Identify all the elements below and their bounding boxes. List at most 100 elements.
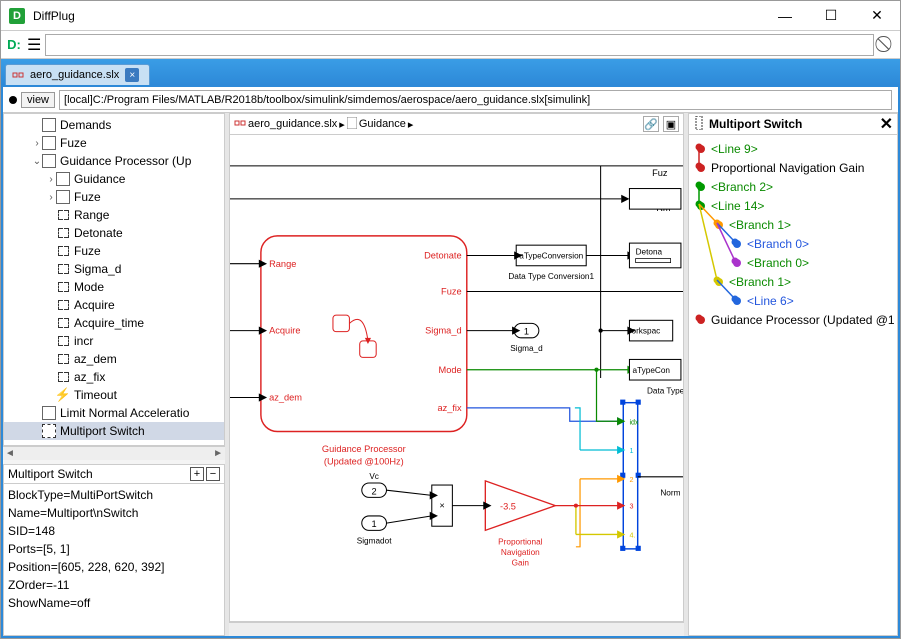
crumb-sheet-icon [347,117,357,132]
connection-row[interactable]: <Branch 0> [691,234,895,253]
file-path[interactable]: [local]C:/Program Files/MATLAB/R2018b/to… [59,90,892,110]
tree-item[interactable]: az_dem [4,350,224,368]
twisty-icon[interactable]: › [32,138,42,149]
tree-item[interactable]: › Guidance [4,170,224,188]
svg-text:aTypeConversion: aTypeConversion [519,252,583,261]
crumb-seg[interactable]: Guidance [359,118,406,130]
svg-text:-3.5: -3.5 [500,502,516,512]
fit-icon[interactable]: ▣ [663,116,679,132]
tree-scroll[interactable]: Demands›Fuze⌄Guidance Processor (Up›Guid… [3,113,225,446]
simulink-icon [234,117,246,132]
color-dot-icon [715,278,723,286]
tree-item[interactable]: Fuze [4,242,224,260]
collapse-icon[interactable]: − [206,467,220,481]
right-panel-body[interactable]: <Line 9> Proportional Navigation Gain <Bra… [688,135,898,636]
tree-item[interactable]: ⌄Guidance Processor (Up [4,152,224,170]
twisty-icon[interactable]: › [46,192,56,203]
svg-text:Range: Range [269,259,296,269]
connection-label: <Branch 0> [747,256,809,270]
link-icon[interactable]: 🔗 [643,116,659,132]
maximize-button[interactable]: ☐ [808,1,854,31]
tree-item[interactable]: ›Fuze [4,134,224,152]
tree-item-label: Limit Normal Acceleratio [60,406,189,420]
connection-row[interactable]: <Line 6> [691,291,895,310]
svg-text:2: 2 [629,475,633,484]
command-input[interactable] [45,34,874,56]
diagram-canvas[interactable]: Fuz Rm Guidance Processor (Updated @100H… [229,135,684,622]
port-icon [56,226,70,240]
svg-text:Acquire: Acquire [269,326,300,336]
svg-text:Sigma_d: Sigma_d [425,326,462,336]
props-header: Multiport Switch + − [3,464,225,484]
close-icon[interactable]: ✕ [880,114,893,134]
color-dot-icon [733,240,741,248]
svg-text:Fuze: Fuze [441,287,462,297]
connection-row[interactable]: Guidance Processor (Updated @1 [691,310,895,329]
connection-label: <Line 6> [747,294,794,308]
file-tab[interactable]: aero_guidance.slx × [5,64,150,85]
right-panel-title: Multiport Switch [709,117,802,131]
chevron-icon: ▸ [339,118,345,131]
svg-text:2: 2 [372,486,377,496]
tree-item[interactable]: Multiport Switch [4,422,224,440]
minimize-button[interactable]: — [762,1,808,31]
diagram-hscroll[interactable] [229,622,684,636]
svg-text:1: 1 [629,446,633,455]
property-line: Name=Multiport\nSwitch [8,504,220,522]
color-dot-icon [697,316,705,324]
crumb-root[interactable]: aero_guidance.slx [248,118,337,130]
tree-item-label: Timeout [74,388,117,402]
connection-row[interactable]: <Branch 2> [691,177,895,196]
chevron-icon: ▸ [408,118,414,131]
connection-row[interactable]: <Branch 1> [691,272,895,291]
svg-text:Detonate: Detonate [424,251,462,261]
connection-row[interactable]: <Branch 1> [691,215,895,234]
svg-text:aTypeCon: aTypeCon [633,366,671,375]
simulink-icon [12,69,24,81]
tree-item[interactable]: Demands [4,116,224,134]
tree-item[interactable]: ⚡Timeout [4,386,224,404]
tree-item[interactable]: › Fuze [4,188,224,206]
connection-label: <Line 9> [711,142,758,156]
simulink-diagram: Fuz Rm Guidance Processor (Updated @100H… [230,135,683,622]
tree-item[interactable]: Range [4,206,224,224]
tree-item[interactable]: incr [4,332,224,350]
box-icon [42,118,56,132]
connection-row[interactable]: Proportional Navigation Gain [691,158,895,177]
twisty-icon[interactable]: ⌄ [32,156,42,167]
expand-icon[interactable]: + [190,467,204,481]
tree-item[interactable]: Acquire_time [4,314,224,332]
properties-panel[interactable]: BlockType=MultiPortSwitchName=Multiport\… [3,484,225,636]
color-dot-icon [733,259,741,267]
tree-item-label: Detonate [74,226,123,240]
close-button[interactable]: ✕ [854,1,900,31]
connection-row[interactable]: <Line 14> [691,196,895,215]
svg-text:Vc: Vc [369,472,379,481]
menu-icon[interactable]: ☰ [27,35,41,55]
stop-icon[interactable]: ⃠ [878,36,896,54]
tree-item[interactable]: Detonate [4,224,224,242]
tree-item-label: Mode [74,280,104,294]
tree-item[interactable]: az_fix [4,368,224,386]
tree-item-label: Demands [60,118,111,132]
tab-close-icon[interactable]: × [125,68,139,82]
tree-item[interactable]: Limit Normal Acceleratio [4,404,224,422]
connection-row[interactable]: <Branch 0> [691,253,895,272]
subsys-icon [42,154,56,168]
tree-item[interactable]: Mode [4,278,224,296]
svg-text:Fuz: Fuz [652,168,668,178]
tree-item[interactable]: Sigma_d [4,260,224,278]
view-button[interactable]: view [21,92,55,108]
tree-item-label: Fuze [74,244,101,258]
tree-item[interactable]: Acquire [4,296,224,314]
box-icon [42,136,56,150]
svg-text:Detona: Detona [636,247,663,256]
twisty-icon[interactable]: › [46,174,56,185]
tree-item-label: Guidance [74,172,125,186]
connection-row[interactable]: <Line 9> [691,139,895,158]
port-icon [56,334,70,348]
tree-hscroll[interactable]: ◄► [3,446,225,460]
tree-item-label: Fuze [74,190,101,204]
model-tree: Demands›Fuze⌄Guidance Processor (Up›Guid… [4,114,224,442]
connection-label: <Branch 2> [711,180,773,194]
